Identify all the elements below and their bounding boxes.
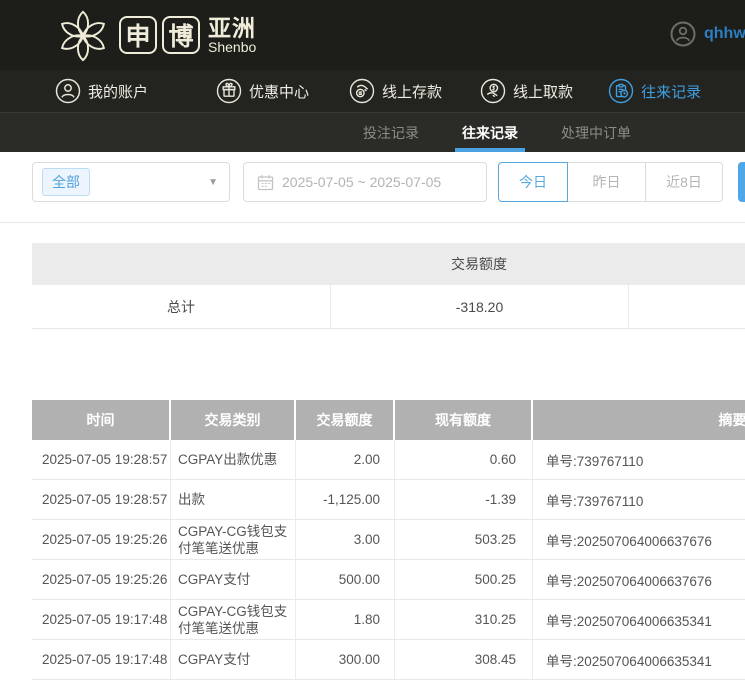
filter-row: 全部 ▼ 2025-07-05 ~ 2025-07-05 今日 昨日 近8日 [32, 162, 745, 202]
page: 申 博 亚洲 Shenbo qhhw [0, 0, 745, 680]
cell-summary: 单号:202507064006635341 [533, 640, 745, 679]
table-row: 2025-07-05 19:25:26 CGPAY支付 500.00 500.2… [32, 560, 745, 600]
main-nav: 我的账户 优惠中心 [0, 70, 745, 112]
nav-item-online-withdrawal[interactable]: 线上取款 [480, 78, 573, 104]
cell-balance: -1.39 [395, 480, 533, 519]
transactions-table: 时间 交易类别 交易额度 现有额度 摘要 2025-07-05 19:28:57… [32, 400, 745, 680]
records-icon [608, 78, 634, 104]
summary-amount-header: 交易额度 [330, 254, 628, 274]
cell-balance: 308.45 [395, 640, 533, 679]
record-tabbar: 投注记录 往来记录 处理中订单 [0, 112, 745, 152]
logo-region-text: 亚洲 [208, 16, 256, 40]
cell-amount: -1,125.00 [296, 480, 395, 519]
type-chip[interactable]: 全部 [42, 168, 90, 196]
table-row: 2025-07-05 19:17:48 CGPAY-CG钱包支付笔笔送优惠 1.… [32, 600, 745, 640]
summary-empty-cell [628, 285, 745, 328]
today-button[interactable]: 今日 [498, 162, 568, 202]
cell-type: CGPAY出款优惠 [171, 440, 296, 479]
tab-transaction-records[interactable]: 往来记录 [457, 113, 523, 152]
cell-amount: 300.00 [296, 640, 395, 679]
flower-logo-icon [55, 6, 111, 64]
nav-item-label: 线上取款 [513, 81, 573, 102]
cell-amount: 2.00 [296, 440, 395, 479]
col-header-type: 交易类别 [171, 400, 296, 440]
col-header-summary: 摘要 [533, 400, 745, 440]
cell-time: 2025-07-05 19:17:48 [32, 640, 171, 679]
logo-char-box: 博 [162, 16, 200, 54]
cell-type: CGPAY-CG钱包支付笔笔送优惠 [171, 520, 296, 559]
user-icon [55, 78, 81, 104]
cell-balance: 500.25 [395, 560, 533, 599]
summary-table: 交易额度 总计 -318.20 [32, 243, 745, 329]
cell-amount: 3.00 [296, 520, 395, 559]
gift-icon [216, 78, 242, 104]
cell-balance: 503.25 [395, 520, 533, 559]
summary-header-row: 交易额度 [32, 243, 745, 285]
date-range-input[interactable]: 2025-07-05 ~ 2025-07-05 [243, 162, 487, 202]
search-button[interactable] [738, 162, 745, 202]
cell-summary: 单号:202507064006635341 [533, 600, 745, 639]
cell-balance: 310.25 [395, 600, 533, 639]
tab-processing-orders[interactable]: 处理中订单 [556, 113, 636, 152]
cell-time: 2025-07-05 19:17:48 [32, 600, 171, 639]
nav-item-label: 往来记录 [641, 81, 701, 102]
deposit-icon [349, 78, 375, 104]
logo-char-box: 申 [119, 16, 157, 54]
user-avatar-icon [670, 21, 696, 47]
nav-item-transaction-records[interactable]: 往来记录 [608, 78, 701, 104]
col-header-amount: 交易额度 [296, 400, 395, 440]
nav-item-label: 我的账户 [88, 81, 148, 102]
cell-type: CGPAY支付 [171, 640, 296, 679]
table-row: 2025-07-05 19:28:57 CGPAY出款优惠 2.00 0.60 … [32, 440, 745, 480]
withdraw-icon [480, 78, 506, 104]
nav-item-label: 优惠中心 [249, 81, 309, 102]
cell-amount: 1.80 [296, 600, 395, 639]
logo-sub-text: Shenbo [208, 40, 256, 55]
top-header: 申 博 亚洲 Shenbo qhhw [0, 0, 745, 70]
cell-time: 2025-07-05 19:25:26 [32, 560, 171, 599]
type-select[interactable]: 全部 ▼ [32, 162, 230, 202]
cell-summary: 单号:202507064006637676 [533, 560, 745, 599]
username-text: qhhw [704, 25, 745, 43]
cell-type: CGPAY支付 [171, 560, 296, 599]
summary-total-label: 总计 [32, 297, 330, 317]
cell-summary: 单号:202507064006637676 [533, 520, 745, 559]
nav-item-online-deposit[interactable]: 线上存款 [349, 78, 442, 104]
cell-type: 出款 [171, 480, 296, 519]
user-area[interactable]: qhhw [670, 21, 745, 47]
table-row: 2025-07-05 19:28:57 出款 -1,125.00 -1.39 单… [32, 480, 745, 520]
quick-date-buttons: 今日 昨日 近8日 [498, 162, 723, 202]
nav-item-label: 线上存款 [382, 81, 442, 102]
cell-summary: 单号:739767110 [533, 480, 745, 519]
cell-type: CGPAY-CG钱包支付笔笔送优惠 [171, 600, 296, 639]
nav-item-promotions[interactable]: 优惠中心 [216, 78, 309, 104]
col-header-time: 时间 [32, 400, 171, 440]
chevron-down-icon: ▼ [208, 177, 218, 188]
cell-time: 2025-07-05 19:28:57 [32, 440, 171, 479]
date-range-value: 2025-07-05 ~ 2025-07-05 [282, 174, 441, 190]
tab-betting-records[interactable]: 投注记录 [358, 113, 424, 152]
table-row: 2025-07-05 19:17:48 CGPAY支付 300.00 308.4… [32, 640, 745, 680]
table-header-row: 时间 交易类别 交易额度 现有额度 摘要 [32, 400, 745, 440]
last-8-days-button[interactable]: 近8日 [645, 162, 723, 202]
divider [0, 222, 745, 223]
cell-time: 2025-07-05 19:28:57 [32, 480, 171, 519]
summary-total-value: -318.20 [330, 285, 628, 328]
cell-balance: 0.60 [395, 440, 533, 479]
calendar-icon [257, 174, 274, 191]
yesterday-button[interactable]: 昨日 [567, 162, 646, 202]
table-row: 2025-07-05 19:25:26 CGPAY-CG钱包支付笔笔送优惠 3.… [32, 520, 745, 560]
brand-logo[interactable]: 申 博 亚洲 Shenbo [55, 6, 256, 64]
cell-time: 2025-07-05 19:25:26 [32, 520, 171, 559]
cell-amount: 500.00 [296, 560, 395, 599]
nav-item-my-account[interactable]: 我的账户 [55, 78, 148, 104]
summary-total-row: 总计 -318.20 [32, 285, 745, 329]
col-header-balance: 现有额度 [395, 400, 533, 440]
cell-summary: 单号:739767110 [533, 440, 745, 479]
